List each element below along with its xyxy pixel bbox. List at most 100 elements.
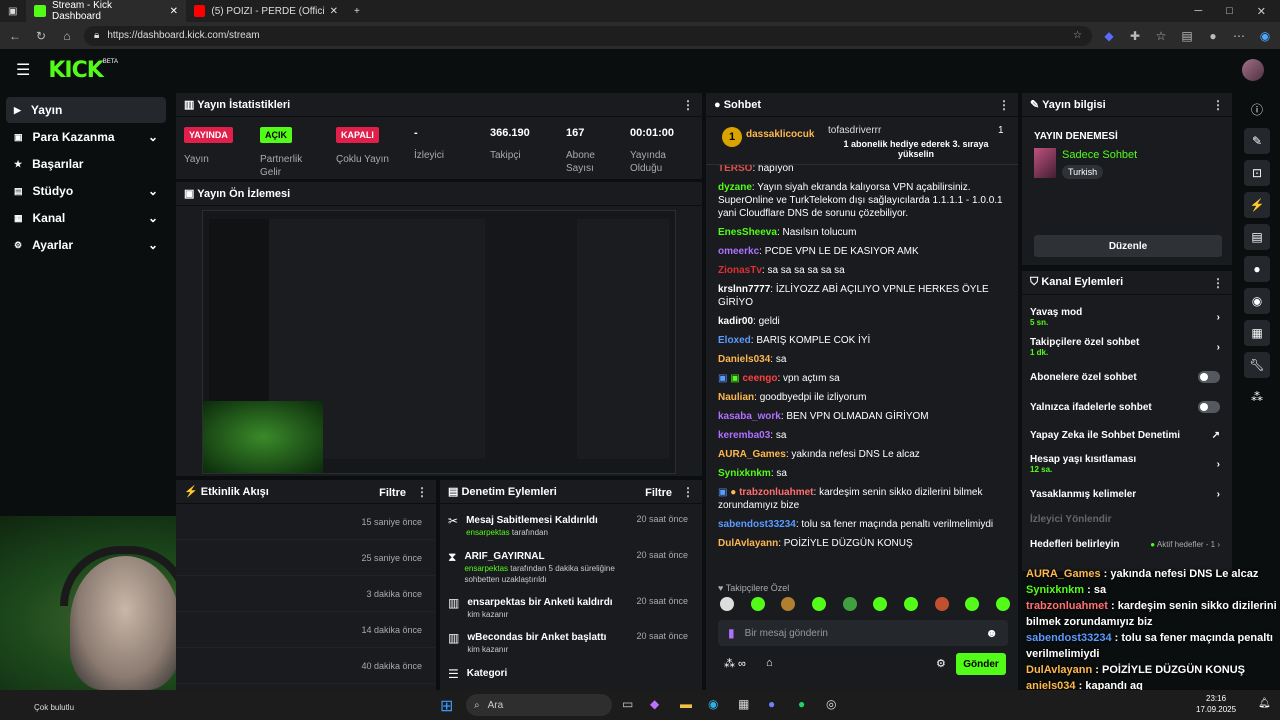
gift-message: 1 abonelik hediye ederek 3. sıraya yükse… [843,139,989,159]
back-icon[interactable]: ← [6,29,24,43]
weather-text[interactable]: Çok bulutlu [34,703,74,712]
sidebar-item-para-kazanma[interactable]: ▣ Para Kazanma ⌄ [6,124,166,150]
sidebar-item-studyo[interactable]: ▤ Stüdyo ⌄ [6,178,166,204]
search-box[interactable]: ⌕ Ara [466,694,612,716]
subscribers-only-toggle[interactable] [1198,371,1220,383]
sidebar-item-basarilar[interactable]: ★ Başarılar [6,151,166,177]
broadcast-icon[interactable]: ◉ [1244,288,1270,314]
discord-icon[interactable]: ● [768,697,775,711]
hamburger-menu-icon[interactable]: ☰ [16,60,30,80]
browser-tab-youtube[interactable]: (5) POIZI - PERDE (Official Video) ✕ [186,0,346,22]
sidebar-item-yayin[interactable]: ▶ Yayın [6,97,166,123]
document-icon[interactable]: ▤ [1244,224,1270,250]
favorites-icon[interactable]: ☆ [1152,29,1170,43]
new-tab-button[interactable]: + [346,0,368,22]
tools-icon[interactable]: ⁂ [1244,384,1270,410]
close-tab-icon[interactable]: ✕ [330,6,338,17]
chat-input[interactable]: ▮ Bir mesaj gönderin ☻ [718,620,1008,646]
emote-icon[interactable] [965,597,980,611]
emote-icon[interactable] [842,597,857,611]
edit-icon[interactable]: ✎ [1244,128,1270,154]
start-icon[interactable]: ⊞ [440,696,453,716]
emote-icon[interactable] [781,597,796,611]
emote-icon[interactable] [811,597,826,611]
address-bar[interactable]: 🔒︎ https://dashboard.kick.com/stream ☆ [84,25,1092,46]
more-options-icon[interactable]: ⋮ [1212,98,1224,112]
store-app-icon[interactable]: ▦ [738,697,749,711]
followers-only-setting[interactable]: Takipçilere özel sohbet 1 dk. › [1022,337,1228,357]
emote-icon[interactable] [995,597,1010,611]
edge-icon[interactable]: ◉ [708,697,718,711]
more-options-icon[interactable]: ⋮ [1212,276,1224,290]
stream-stats-panel: ▥ Yayın İstatistikleri ⋮ YAYINDA Yayın AÇI… [176,93,702,179]
profile-avatar-icon[interactable]: ● [1204,29,1222,43]
extensions-puzzle-icon[interactable]: ✚ [1126,29,1144,43]
microphone-icon[interactable]: ▮ [728,626,735,640]
emotes-only-setting[interactable]: Yalnızca ifadelerle sohbet [1022,401,1228,413]
ai-moderation-setting[interactable]: Yapay Zeka ile Sohbet Denetimi ↗ [1022,430,1228,441]
lightning-icon[interactable]: ⚡ [1244,192,1270,218]
extension-icon[interactable]: ◆ [1100,29,1118,43]
copilot-app-icon[interactable]: ◆ [650,697,659,711]
store-icon[interactable]: ⌂ [766,657,773,669]
close-tab-icon[interactable]: ✕ [170,6,178,17]
emote-icon[interactable] [720,597,734,611]
slow-mode-setting[interactable]: Yavaş mod 5 sn. › [1022,307,1228,327]
chat-icon[interactable]: ● [1244,256,1270,282]
info-icon[interactable]: ⓘ [1244,96,1270,122]
top-gifter-name[interactable]: dassaklicocuk [746,129,814,140]
favorite-star-icon[interactable]: ☆ [1073,30,1082,41]
camera-icon[interactable]: ⊡ [1244,160,1270,186]
notification-bell-icon[interactable]: 🔔︎ [1258,698,1271,709]
collections-icon[interactable]: ▤ [1178,29,1196,43]
user-avatar[interactable] [1242,59,1264,81]
more-options-icon[interactable]: ⋮ [682,485,694,499]
chat-settings-icon[interactable]: ⚙ [936,657,946,670]
task-view-icon[interactable]: ▭ [622,697,633,711]
close-window-icon[interactable]: ✕ [1257,5,1266,18]
kick-logo[interactable]: KICK [48,58,103,83]
more-options-icon[interactable]: ⋮ [416,485,428,499]
copilot-icon[interactable]: ◉ [1256,29,1274,43]
minimize-icon[interactable]: ─ [1194,5,1202,18]
banned-words-setting[interactable]: Yasaklanmış kelimeler › [1022,489,1228,500]
chat-tools-icon[interactable]: ⁂ ∞ [724,657,746,670]
category-link[interactable]: Sadece Sohbet [1062,149,1137,161]
activity-filter-button[interactable]: Filtre [379,487,406,499]
sidebar-item-ayarlar[interactable]: ⚙ Ayarlar ⌄ [6,232,166,258]
emote-icon[interactable] [873,597,888,611]
spotify-icon[interactable]: ● [798,697,805,711]
wrench-icon[interactable]: 🔧︎ [1244,352,1270,378]
clock-time[interactable]: 23:16 [1206,694,1226,703]
edit-button[interactable]: Düzenle [1034,235,1222,257]
home-icon[interactable]: ⌂ [58,29,76,43]
emotes-only-toggle[interactable] [1198,401,1220,413]
chevron-right-icon: › [1216,341,1220,353]
sidebar-item-kanal[interactable]: ▦ Kanal ⌄ [6,205,166,231]
subscribers-only-setting[interactable]: Abonelere özel sohbet [1022,371,1228,383]
chat-message: krslnn7777: İZLİYOZZ ABİ AÇILIYO VPNLE H… [718,284,989,308]
goals-setting[interactable]: Hedefleri belirleyin ● Aktif hedefler - 1… [1022,539,1228,550]
steam-icon[interactable]: ◎ [826,697,836,711]
more-menu-icon[interactable]: ⋯ [1230,29,1248,43]
gift-user-name[interactable]: tofasdriverrr [828,125,881,136]
window-menu-icon[interactable]: ▣ [0,0,26,22]
emote-icon[interactable] [934,597,949,611]
reload-icon[interactable]: ↻ [32,29,50,43]
activity-item: 40 dakika önce [176,648,436,684]
more-options-icon[interactable]: ⋮ [682,98,694,112]
maximize-icon[interactable]: □ [1226,5,1233,18]
send-button[interactable]: Gönder [956,653,1006,675]
emote-icon[interactable] [903,597,918,611]
unpin-icon: ✂ [448,514,459,528]
emote-icon[interactable] [750,597,765,611]
layout-icon[interactable]: ▦ [1244,320,1270,346]
preview-video[interactable] [202,210,676,474]
account-age-setting[interactable]: Hesap yaşı kısıtlaması 12 sa. › [1022,454,1228,474]
emoji-icon[interactable]: ☻ [985,626,998,640]
file-explorer-icon[interactable]: ▬ [680,697,692,711]
mod-filter-button[interactable]: Filtre [645,487,672,499]
more-options-icon[interactable]: ⋮ [998,98,1010,112]
clock-date[interactable]: 17.09.2025 [1196,705,1236,714]
browser-tab-kick[interactable]: Stream - Kick Dashboard ✕ [26,0,186,22]
